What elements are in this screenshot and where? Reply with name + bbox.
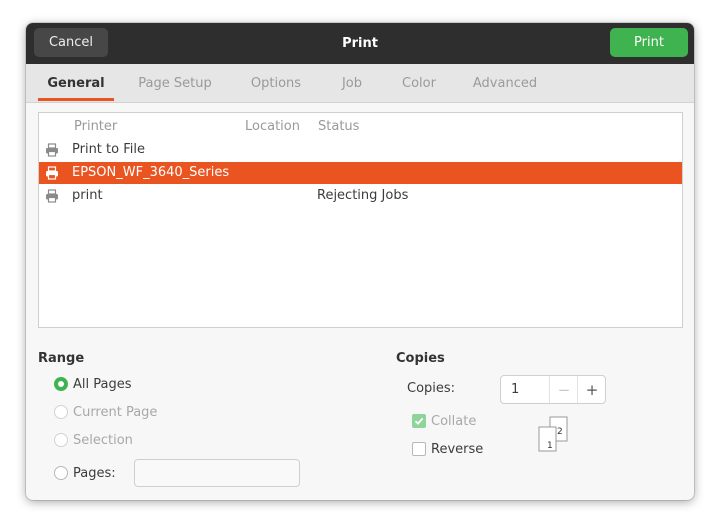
radio-current-page: Current Page bbox=[54, 402, 157, 422]
column-header-status[interactable]: Status bbox=[318, 119, 359, 134]
radio-button bbox=[54, 433, 68, 447]
copies-spinner[interactable]: 1 − + bbox=[500, 375, 606, 404]
collate-preview-icon: 2 1 bbox=[538, 416, 568, 452]
printer-icon bbox=[46, 166, 58, 180]
printer-name: EPSON_WF_3640_Series bbox=[72, 165, 230, 180]
copies-title: Copies bbox=[396, 351, 445, 366]
printer-name: print bbox=[72, 188, 103, 203]
collate-page-front: 1 bbox=[547, 441, 553, 451]
radio-button[interactable] bbox=[54, 466, 68, 480]
radio-label: Pages: bbox=[73, 465, 116, 481]
reverse-checkbox-row[interactable]: Reverse bbox=[412, 439, 483, 459]
radio-all-pages[interactable]: All Pages bbox=[54, 374, 132, 394]
radio-button bbox=[54, 405, 68, 419]
tab-general[interactable]: General bbox=[38, 64, 114, 102]
collate-page-back: 2 bbox=[557, 427, 563, 437]
checkmark-icon bbox=[414, 417, 424, 425]
radio-pages[interactable]: Pages: bbox=[54, 463, 116, 483]
printer-list[interactable]: Printer Location Status Print to File EP… bbox=[38, 112, 683, 328]
radio-label: Selection bbox=[73, 432, 133, 448]
printer-row[interactable]: print Rejecting Jobs bbox=[39, 185, 682, 207]
print-dialog: Cancel Print Print General Page Setup Op… bbox=[26, 23, 694, 500]
tab-job[interactable]: Job bbox=[330, 64, 374, 102]
increment-button[interactable]: + bbox=[577, 376, 606, 403]
radio-selection: Selection bbox=[54, 430, 133, 450]
printer-icon bbox=[46, 143, 58, 157]
cancel-button[interactable]: Cancel bbox=[34, 28, 108, 57]
column-header-printer[interactable]: Printer bbox=[74, 119, 117, 134]
tab-bar: General Page Setup Options Job Color Adv… bbox=[26, 64, 694, 103]
decrement-button[interactable]: − bbox=[549, 376, 578, 403]
radio-label: Current Page bbox=[73, 404, 158, 420]
copies-value[interactable]: 1 bbox=[511, 382, 519, 397]
tab-options[interactable]: Options bbox=[240, 64, 312, 102]
dialog-title: Print bbox=[342, 36, 378, 51]
radio-label: All Pages bbox=[73, 376, 132, 392]
reverse-checkbox[interactable] bbox=[412, 442, 426, 456]
pages-input[interactable] bbox=[134, 459, 300, 487]
collate-label: Collate bbox=[431, 413, 477, 429]
printer-row-selected[interactable]: EPSON_WF_3640_Series bbox=[39, 162, 682, 184]
printer-status: Rejecting Jobs bbox=[317, 188, 409, 203]
tab-page-setup[interactable]: Page Setup bbox=[126, 64, 224, 102]
copies-label: Copies: bbox=[407, 381, 456, 396]
print-button[interactable]: Print bbox=[610, 28, 688, 57]
radio-button[interactable] bbox=[54, 377, 68, 391]
column-header-location[interactable]: Location bbox=[245, 119, 300, 134]
range-title: Range bbox=[38, 351, 85, 366]
printer-row[interactable]: Print to File bbox=[39, 139, 682, 161]
printer-name: Print to File bbox=[72, 142, 145, 157]
reverse-label: Reverse bbox=[431, 441, 484, 457]
collate-checkbox bbox=[412, 414, 426, 428]
tab-color[interactable]: Color bbox=[390, 64, 448, 102]
tab-advanced[interactable]: Advanced bbox=[464, 64, 546, 102]
printer-icon bbox=[46, 189, 58, 203]
title-bar: Cancel Print Print bbox=[26, 23, 694, 64]
collate-checkbox-row: Collate bbox=[412, 411, 476, 431]
